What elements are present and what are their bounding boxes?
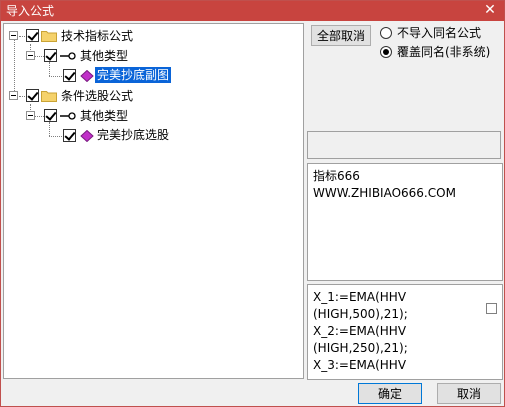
tree-node-label: 完美抄底副图	[95, 67, 172, 83]
radio-overwrite-label[interactable]: 覆盖同名(非系统)	[397, 45, 490, 59]
tree-line	[35, 56, 44, 57]
tree-line	[49, 136, 62, 137]
window-title: 导入公式	[6, 4, 55, 18]
checkbox-checked[interactable]	[26, 29, 39, 42]
collapse-icon[interactable]	[26, 51, 35, 60]
checkbox-checked[interactable]	[44, 49, 57, 62]
collapse-icon[interactable]	[9, 91, 18, 100]
code-line: X_2:=EMA(HHV	[313, 324, 407, 338]
tree-line	[49, 62, 50, 76]
deselect-all-button[interactable]: 全部取消	[311, 25, 371, 46]
formula-code-box[interactable]: X_1:=EMA(HHV (HIGH,500),21); X_2:=EMA(HH…	[307, 284, 503, 380]
tree-node-label: 其他类型	[80, 49, 129, 63]
radio-overwrite[interactable]	[380, 46, 392, 58]
cancel-button[interactable]: 取消	[437, 383, 501, 404]
checkbox-checked[interactable]	[26, 89, 39, 102]
tree-node-label: 完美抄底选股	[97, 128, 170, 142]
tree-line	[14, 40, 15, 97]
formula-info-box[interactable]: 指标666 WWW.ZHIBIAO666.COM	[307, 163, 503, 281]
code-line: X_3:=EMA(HHV	[313, 358, 407, 372]
collapse-icon[interactable]	[9, 31, 18, 40]
collapse-icon[interactable]	[26, 111, 35, 120]
import-formula-dialog: 导入公式 ✕ 技术指标公式 其他类型 完美抄底副图 条件选股公式 其他类型 完美…	[0, 0, 505, 407]
info-line: WWW.ZHIBIAO666.COM	[313, 186, 456, 200]
folder-icon	[41, 91, 57, 102]
formula-gem-icon	[80, 70, 94, 82]
empty-field	[307, 131, 501, 159]
close-icon[interactable]: ✕	[482, 2, 498, 18]
tree-node-label: 技术指标公式	[61, 29, 134, 43]
checkbox-checked[interactable]	[44, 109, 57, 122]
radio-no-import[interactable]	[380, 27, 392, 39]
key-icon	[60, 112, 76, 120]
folder-icon	[41, 31, 57, 42]
ok-button[interactable]: 确定	[358, 383, 422, 404]
checkbox-checked[interactable]	[63, 129, 76, 142]
radio-no-import-label[interactable]: 不导入同名公式	[397, 26, 481, 40]
tree-line	[49, 76, 62, 77]
code-line: (HIGH,250),21);	[313, 341, 408, 355]
checkbox-checked[interactable]	[63, 69, 76, 82]
title-bar: 导入公式 ✕	[1, 1, 504, 21]
tree-node-label: 条件选股公式	[61, 89, 134, 103]
info-line: 指标666	[313, 169, 360, 183]
formula-gem-icon	[80, 130, 94, 142]
key-icon	[60, 52, 76, 60]
code-checkbox[interactable]	[486, 303, 497, 314]
formula-tree[interactable]: 技术指标公式 其他类型 完美抄底副图 条件选股公式 其他类型 完美抄底选股	[3, 23, 304, 379]
code-line: X_1:=EMA(HHV	[313, 290, 407, 304]
tree-line	[49, 122, 50, 136]
tree-line	[35, 116, 44, 117]
code-line: (HIGH,500),21);	[313, 307, 408, 321]
tree-node-label: 其他类型	[80, 109, 129, 123]
